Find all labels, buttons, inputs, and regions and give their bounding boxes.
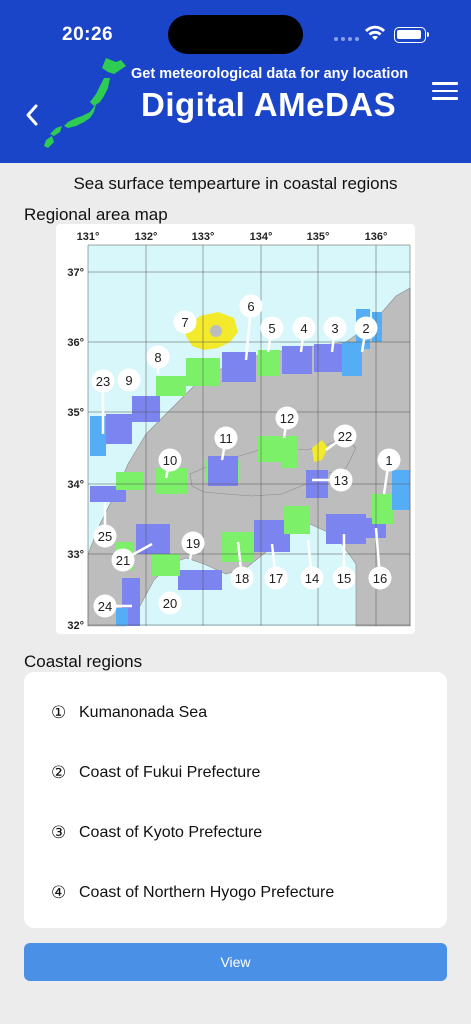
dynamic-island xyxy=(168,15,303,54)
region-item-kumanonada[interactable]: ① Kumanonada Sea xyxy=(24,683,447,743)
region-marker-label: 2 xyxy=(362,321,369,336)
region-number: ④ xyxy=(51,883,67,902)
sst-cell xyxy=(152,554,180,576)
region-marker-label: 17 xyxy=(269,571,283,586)
back-button[interactable] xyxy=(18,100,48,130)
region-item-fukui[interactable]: ② Coast of Fukui Prefecture xyxy=(24,743,447,803)
longitude-label: 135° xyxy=(307,231,330,243)
sst-cell xyxy=(222,352,256,382)
latitude-label: 36° xyxy=(67,337,84,349)
region-name: Coast of Fukui Prefecture xyxy=(79,764,261,781)
sst-cell xyxy=(116,472,144,490)
sst-cell xyxy=(178,570,222,590)
latitude-label: 34° xyxy=(67,479,84,491)
region-marker-label: 14 xyxy=(305,571,319,586)
region-name: Coast of Kyoto Prefecture xyxy=(79,824,263,841)
region-marker-label: 25 xyxy=(98,529,112,544)
sst-cell xyxy=(156,376,186,396)
map-section-label: Regional area map xyxy=(24,205,168,224)
sst-cell xyxy=(116,608,128,626)
region-marker-label: 11 xyxy=(219,431,233,446)
region-name: Kumanonada Sea xyxy=(79,704,208,721)
map-canvas: 131° 132° 133° 134° 135° 136°37°36°35°34°33°3… xyxy=(67,231,411,632)
status-time: 20:26 xyxy=(62,24,114,45)
longitude-label: 136° xyxy=(365,231,388,243)
sst-cell xyxy=(106,414,132,444)
wifi-icon xyxy=(365,25,385,40)
region-number: ② xyxy=(51,763,67,782)
latitude-label: 35° xyxy=(67,407,84,419)
sst-cell xyxy=(282,446,298,468)
sst-cell xyxy=(208,456,238,486)
sst-cell xyxy=(392,470,410,510)
region-marker-label: 22 xyxy=(338,429,352,444)
sst-cell xyxy=(282,346,312,374)
latitude-label: 37° xyxy=(67,267,84,279)
sst-cell xyxy=(342,342,362,376)
region-number: ① xyxy=(51,703,67,722)
battery-icon xyxy=(394,27,429,43)
region-marker-label: 6 xyxy=(247,299,254,314)
region-marker-label: 23 xyxy=(96,374,110,389)
view-button[interactable]: View xyxy=(24,943,447,981)
region-name: Coast of Northern Hyogo Prefecture xyxy=(79,884,335,901)
menu-button[interactable] xyxy=(432,82,458,102)
island xyxy=(210,325,222,337)
chevron-left-icon xyxy=(26,104,38,126)
longitude-label: 132° xyxy=(135,231,158,243)
region-number: ③ xyxy=(51,823,67,842)
longitude-label: 133° xyxy=(192,231,215,243)
region-item-hyogo[interactable]: ④ Coast of Northern Hyogo Prefecture xyxy=(24,863,447,923)
region-marker-label: 3 xyxy=(331,321,338,336)
sst-cell xyxy=(156,468,188,494)
region-item-kyoto[interactable]: ③ Coast of Kyoto Prefecture xyxy=(24,803,447,863)
page-heading: Sea surface tempearture in coastal regio… xyxy=(73,174,398,193)
cellular-signal-icon xyxy=(334,37,359,41)
app-header: 20:26 Get meteorological data for any lo… xyxy=(0,0,471,163)
sst-cell xyxy=(372,494,394,524)
region-marker-label: 9 xyxy=(125,373,132,388)
sst-cell xyxy=(258,350,280,376)
longitude-label: 131° xyxy=(77,231,100,243)
region-marker-label: 15 xyxy=(337,571,351,586)
region-marker-label: 16 xyxy=(373,571,387,586)
region-marker-label: 18 xyxy=(235,571,249,586)
region-marker-label: 4 xyxy=(300,321,307,336)
region-marker-label: 1 xyxy=(385,453,392,468)
region-marker-label: 13 xyxy=(334,473,348,488)
latitude-label: 32° xyxy=(67,620,84,632)
latitude-label: 33° xyxy=(67,549,84,561)
japan-map-logo-icon xyxy=(44,58,126,148)
region-marker-label: 10 xyxy=(163,453,177,468)
region-marker-label: 5 xyxy=(268,321,275,336)
sst-cell xyxy=(284,506,310,534)
region-marker-label: 12 xyxy=(280,411,294,426)
region-marker-label: 20 xyxy=(163,596,177,611)
region-marker-label: 21 xyxy=(116,553,130,568)
longitude-label: 134° xyxy=(250,231,273,243)
region-marker-label: 8 xyxy=(154,350,161,365)
app-title: Digital AMeDAS xyxy=(141,86,397,123)
region-marker-label: 19 xyxy=(186,536,200,551)
region-marker-label: 7 xyxy=(181,315,188,330)
coastal-regions-label: Coastal regions xyxy=(24,652,143,671)
sst-cell xyxy=(326,514,366,544)
regional-area-map: 131° 132° 133° 134° 135° 136° 37° 36° 35° 34° 33° 3… xyxy=(56,224,415,634)
app-subtitle: Get meteorological data for any location xyxy=(131,66,409,82)
coastal-region-list: ① Kumanonada Sea ② Coast of Fukui Prefec… xyxy=(24,672,447,928)
region-marker-label: 24 xyxy=(98,599,112,614)
